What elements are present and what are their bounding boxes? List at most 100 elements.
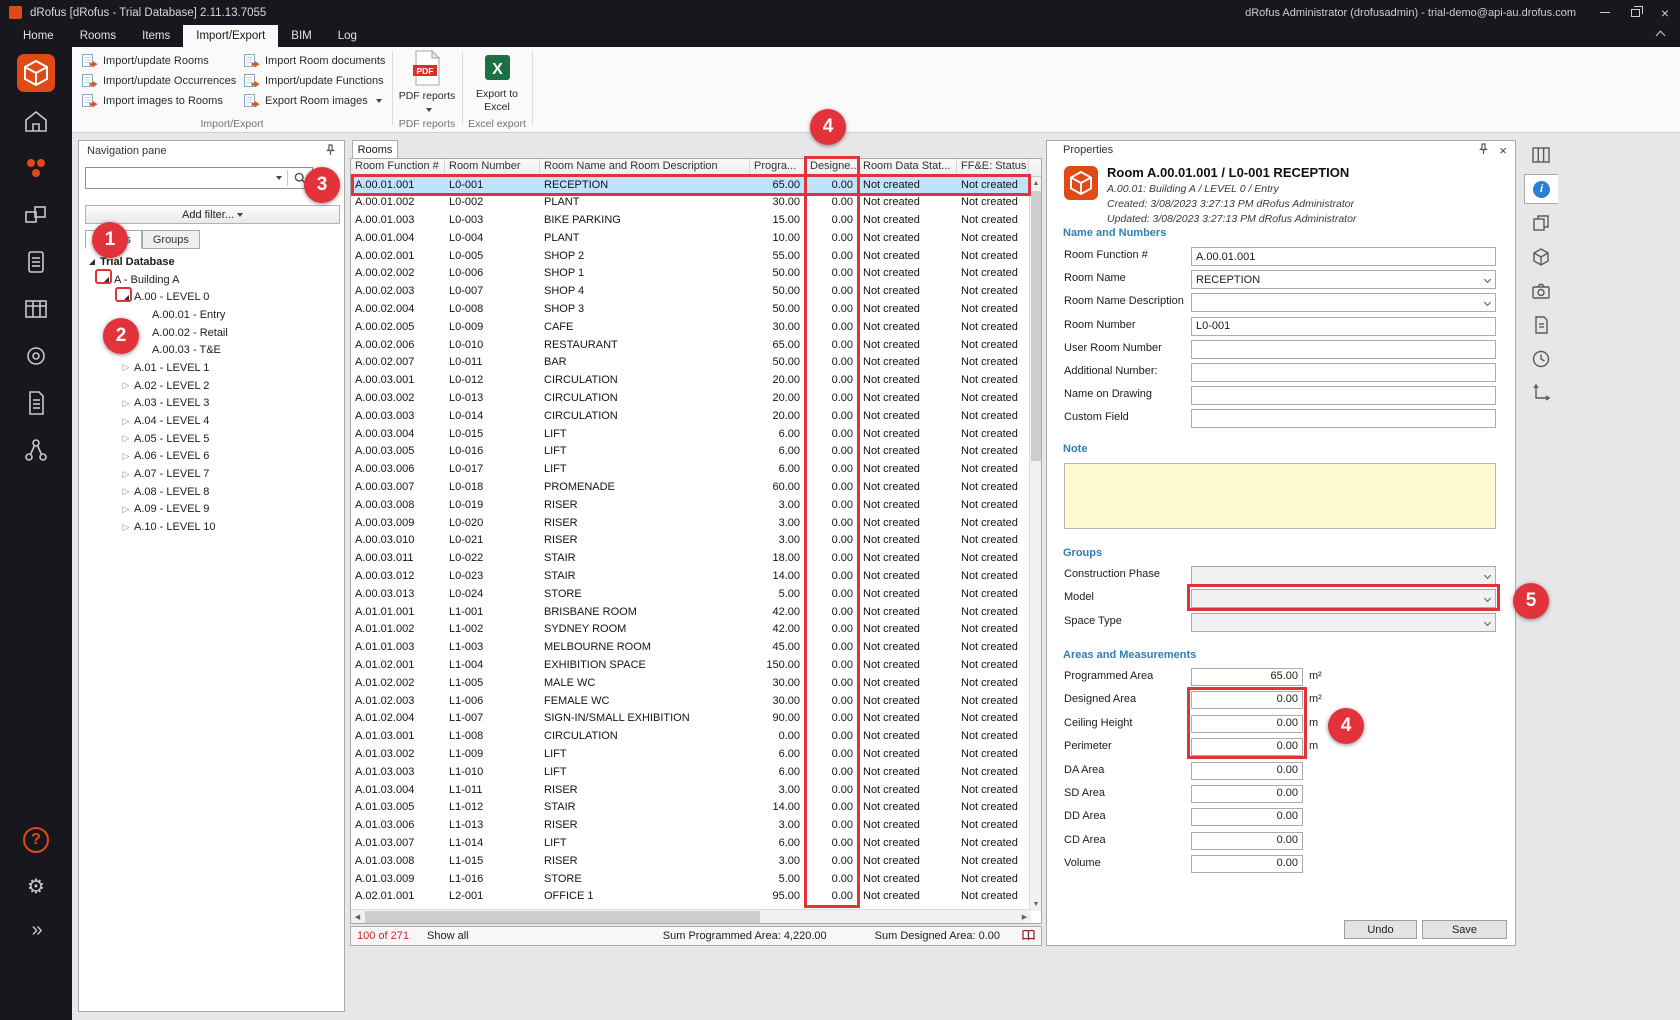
table-row[interactable]: A.01.03.001L1-008CIRCULATION0.000.00Not … bbox=[351, 729, 1029, 747]
horizontal-scroll-thumb[interactable] bbox=[365, 911, 760, 923]
tree-expander-icon[interactable]: ▷ bbox=[119, 469, 133, 480]
table-row[interactable]: A.00.03.005L0-016LIFT6.000.00Not created… bbox=[351, 444, 1029, 462]
perimeter-input[interactable]: 0.00 bbox=[1191, 738, 1303, 756]
table-row[interactable]: A.01.03.003L1-010LIFT6.000.00Not created… bbox=[351, 764, 1029, 782]
column-header-ff-e-status[interactable]: FF&E: Status bbox=[957, 159, 1029, 176]
nav-tab-groups[interactable]: Groups bbox=[142, 230, 200, 249]
table-row[interactable]: A.00.03.002L0-013CIRCULATION20.000.00Not… bbox=[351, 391, 1029, 409]
column-header-room-data-stat[interactable]: Room Data Stat... bbox=[859, 159, 957, 176]
table-row[interactable]: A.00.03.011L0-022STAIR18.000.00Not creat… bbox=[351, 551, 1029, 569]
vertical-scroll-thumb[interactable] bbox=[1031, 191, 1041, 461]
tree-item-a-building-a[interactable]: ◢A - Building A bbox=[79, 271, 344, 289]
table-row[interactable]: A.00.03.012L0-023STAIR14.000.00Not creat… bbox=[351, 569, 1029, 587]
tree-item-a-01-level-1[interactable]: ▷A.01 - LEVEL 1 bbox=[79, 359, 344, 377]
table-row[interactable]: A.00.03.010L0-021RISER3.000.00Not create… bbox=[351, 533, 1029, 551]
documents-icon[interactable] bbox=[1524, 310, 1558, 340]
tree-item-a-09-level-9[interactable]: ▷A.09 - LEVEL 9 bbox=[79, 501, 344, 519]
horizontal-scrollbar[interactable]: ◀ ▶ bbox=[351, 909, 1031, 923]
scroll-up-icon[interactable]: ▲ bbox=[1030, 177, 1042, 190]
tab-log[interactable]: Log bbox=[325, 25, 370, 47]
room-number-input[interactable]: L0-001 bbox=[1191, 317, 1496, 336]
table-row[interactable]: A.00.03.006L0-017LIFT6.000.00Not created… bbox=[351, 462, 1029, 480]
settings-gear-icon[interactable]: ⚙ bbox=[0, 864, 72, 908]
table-row[interactable]: A.00.02.003L0-007SHOP 450.000.00Not crea… bbox=[351, 284, 1029, 302]
custom-field-input[interactable] bbox=[1191, 409, 1496, 428]
tab-import-export[interactable]: Import/Export bbox=[183, 25, 278, 47]
table-row[interactable]: A.02.01.001L2-001OFFICE 195.000.00Not cr… bbox=[351, 889, 1029, 907]
export-room-images-button[interactable]: Export Room images bbox=[240, 91, 389, 111]
scroll-left-icon[interactable]: ◀ bbox=[351, 910, 364, 924]
tree-item-a-10-level-10[interactable]: ▷A.10 - LEVEL 10 bbox=[79, 518, 344, 536]
tree-expander-icon[interactable]: ▷ bbox=[119, 380, 133, 391]
programmed-area-input[interactable]: 65.00 bbox=[1191, 668, 1303, 686]
ceiling-height-input[interactable]: 0.00 bbox=[1191, 715, 1303, 733]
tree-expander-icon[interactable]: ▷ bbox=[119, 416, 133, 427]
tree-expander-icon[interactable]: ◢ bbox=[119, 293, 133, 302]
restore-button[interactable] bbox=[1620, 0, 1650, 25]
additional-number-input[interactable] bbox=[1191, 363, 1496, 382]
models-module-icon[interactable] bbox=[0, 193, 72, 237]
table-row[interactable]: A.00.02.006L0-010RESTAURANT65.000.00Not … bbox=[351, 337, 1029, 355]
table-row[interactable]: A.00.02.001L0-005SHOP 255.000.00Not crea… bbox=[351, 248, 1029, 266]
history-clock-icon[interactable] bbox=[1524, 344, 1558, 374]
table-row[interactable]: A.00.03.009L0-020RISER3.000.00Not create… bbox=[351, 515, 1029, 533]
table-row[interactable]: A.01.01.002L1-002SYDNEY ROOM42.000.00Not… bbox=[351, 622, 1029, 640]
import-update-functions-button[interactable]: Import/update Functions bbox=[240, 71, 389, 91]
checklist-module-icon[interactable] bbox=[0, 240, 72, 284]
info-tab-icon[interactable]: i bbox=[1524, 174, 1558, 204]
help-icon[interactable]: ? bbox=[0, 818, 72, 862]
search-dropdown-chevron-icon[interactable] bbox=[271, 176, 287, 180]
table-row[interactable]: A.01.03.005L1-012STAIR14.000.00Not creat… bbox=[351, 800, 1029, 818]
tree-item-a-06-level-6[interactable]: ▷A.06 - LEVEL 6 bbox=[79, 448, 344, 466]
volume-input[interactable]: 0.00 bbox=[1191, 855, 1303, 873]
book-icon[interactable] bbox=[1022, 929, 1035, 944]
tree-item-a-07-level-7[interactable]: ▷A.07 - LEVEL 7 bbox=[79, 465, 344, 483]
note-textarea[interactable] bbox=[1064, 463, 1496, 529]
pdf-reports-button[interactable]: PDF PDF reports bbox=[398, 50, 456, 116]
import-update-occurrences-button[interactable]: Import/update Occurrences bbox=[78, 71, 240, 91]
table-row[interactable]: A.00.03.001L0-012CIRCULATION20.000.00Not… bbox=[351, 373, 1029, 391]
scroll-down-icon[interactable]: ▼ bbox=[1030, 898, 1042, 911]
table-row[interactable]: A.01.02.003L1-006FEMALE WC30.000.00Not c… bbox=[351, 693, 1029, 711]
relations-module-icon[interactable] bbox=[0, 428, 72, 472]
import-images-to-rooms-button[interactable]: Import images to Rooms bbox=[78, 91, 240, 111]
copy-pages-icon[interactable] bbox=[1524, 208, 1558, 238]
table-row[interactable]: A.01.03.007L1-014LIFT6.000.00Not created… bbox=[351, 835, 1029, 853]
space-type-combo[interactable] bbox=[1191, 613, 1496, 632]
tree-item-a-05-level-5[interactable]: ▷A.05 - LEVEL 5 bbox=[79, 430, 344, 448]
table-row[interactable]: A.00.03.008L0-019RISER3.000.00Not create… bbox=[351, 497, 1029, 515]
navigation-search-combo[interactable] bbox=[85, 167, 313, 189]
name-on-drawing-input[interactable] bbox=[1191, 386, 1496, 405]
tab-home[interactable]: Home bbox=[10, 25, 67, 47]
room-name-input[interactable]: RECEPTION bbox=[1191, 270, 1496, 289]
table-row[interactable]: A.00.03.007L0-018PROMENADE60.000.00Not c… bbox=[351, 480, 1029, 498]
table-row[interactable]: A.00.01.004L0-004PLANT10.000.00Not creat… bbox=[351, 230, 1029, 248]
import-update-rooms-button[interactable]: Import/update Rooms bbox=[78, 51, 240, 71]
table-row[interactable]: A.00.02.005L0-009CAFE30.000.00Not create… bbox=[351, 319, 1029, 337]
table-row[interactable]: A.00.03.003L0-014CIRCULATION20.000.00Not… bbox=[351, 408, 1029, 426]
room-name-description-input[interactable] bbox=[1191, 293, 1496, 312]
tree-item-a-08-level-8[interactable]: ▷A.08 - LEVEL 8 bbox=[79, 483, 344, 501]
table-row[interactable]: A.01.03.006L1-013RISER3.000.00Not create… bbox=[351, 818, 1029, 836]
column-header-progra[interactable]: Progra... bbox=[750, 159, 806, 176]
tree-expander-icon[interactable]: ◢ bbox=[85, 257, 99, 266]
close-panel-icon[interactable]: × bbox=[1499, 143, 1507, 158]
vertical-scrollbar[interactable]: ▲ ▼ bbox=[1029, 177, 1041, 911]
table-row[interactable]: A.00.01.001L0-001RECEPTION65.000.00Not c… bbox=[351, 177, 1029, 195]
images-camera-icon[interactable] bbox=[1524, 276, 1558, 306]
sd-area-input[interactable]: 0.00 bbox=[1191, 785, 1303, 803]
construction-phase-combo[interactable] bbox=[1191, 566, 1496, 585]
da-area-input[interactable]: 0.00 bbox=[1191, 762, 1303, 780]
tree-expander-icon[interactable]: ▷ bbox=[119, 398, 133, 409]
tab-bim[interactable]: BIM bbox=[278, 25, 324, 47]
import-room-documents-button[interactable]: Import Room documents bbox=[240, 51, 389, 71]
table-row[interactable]: A.00.01.003L0-003BIKE PARKING15.000.00No… bbox=[351, 213, 1029, 231]
expand-sidebar-icon[interactable]: » bbox=[0, 908, 72, 952]
designed-area-input[interactable]: 0.00 bbox=[1191, 691, 1303, 709]
table-row[interactable]: A.00.03.013L0-024STORE5.000.00Not create… bbox=[351, 586, 1029, 604]
export-to-excel-button[interactable]: X Export to Excel bbox=[468, 50, 526, 114]
column-header-room-function[interactable]: Room Function # bbox=[351, 159, 445, 176]
table-row[interactable]: A.00.02.002L0-006SHOP 150.000.00Not crea… bbox=[351, 266, 1029, 284]
tree-expander-icon[interactable]: ▷ bbox=[119, 362, 133, 373]
minimize-button[interactable] bbox=[1590, 0, 1620, 25]
